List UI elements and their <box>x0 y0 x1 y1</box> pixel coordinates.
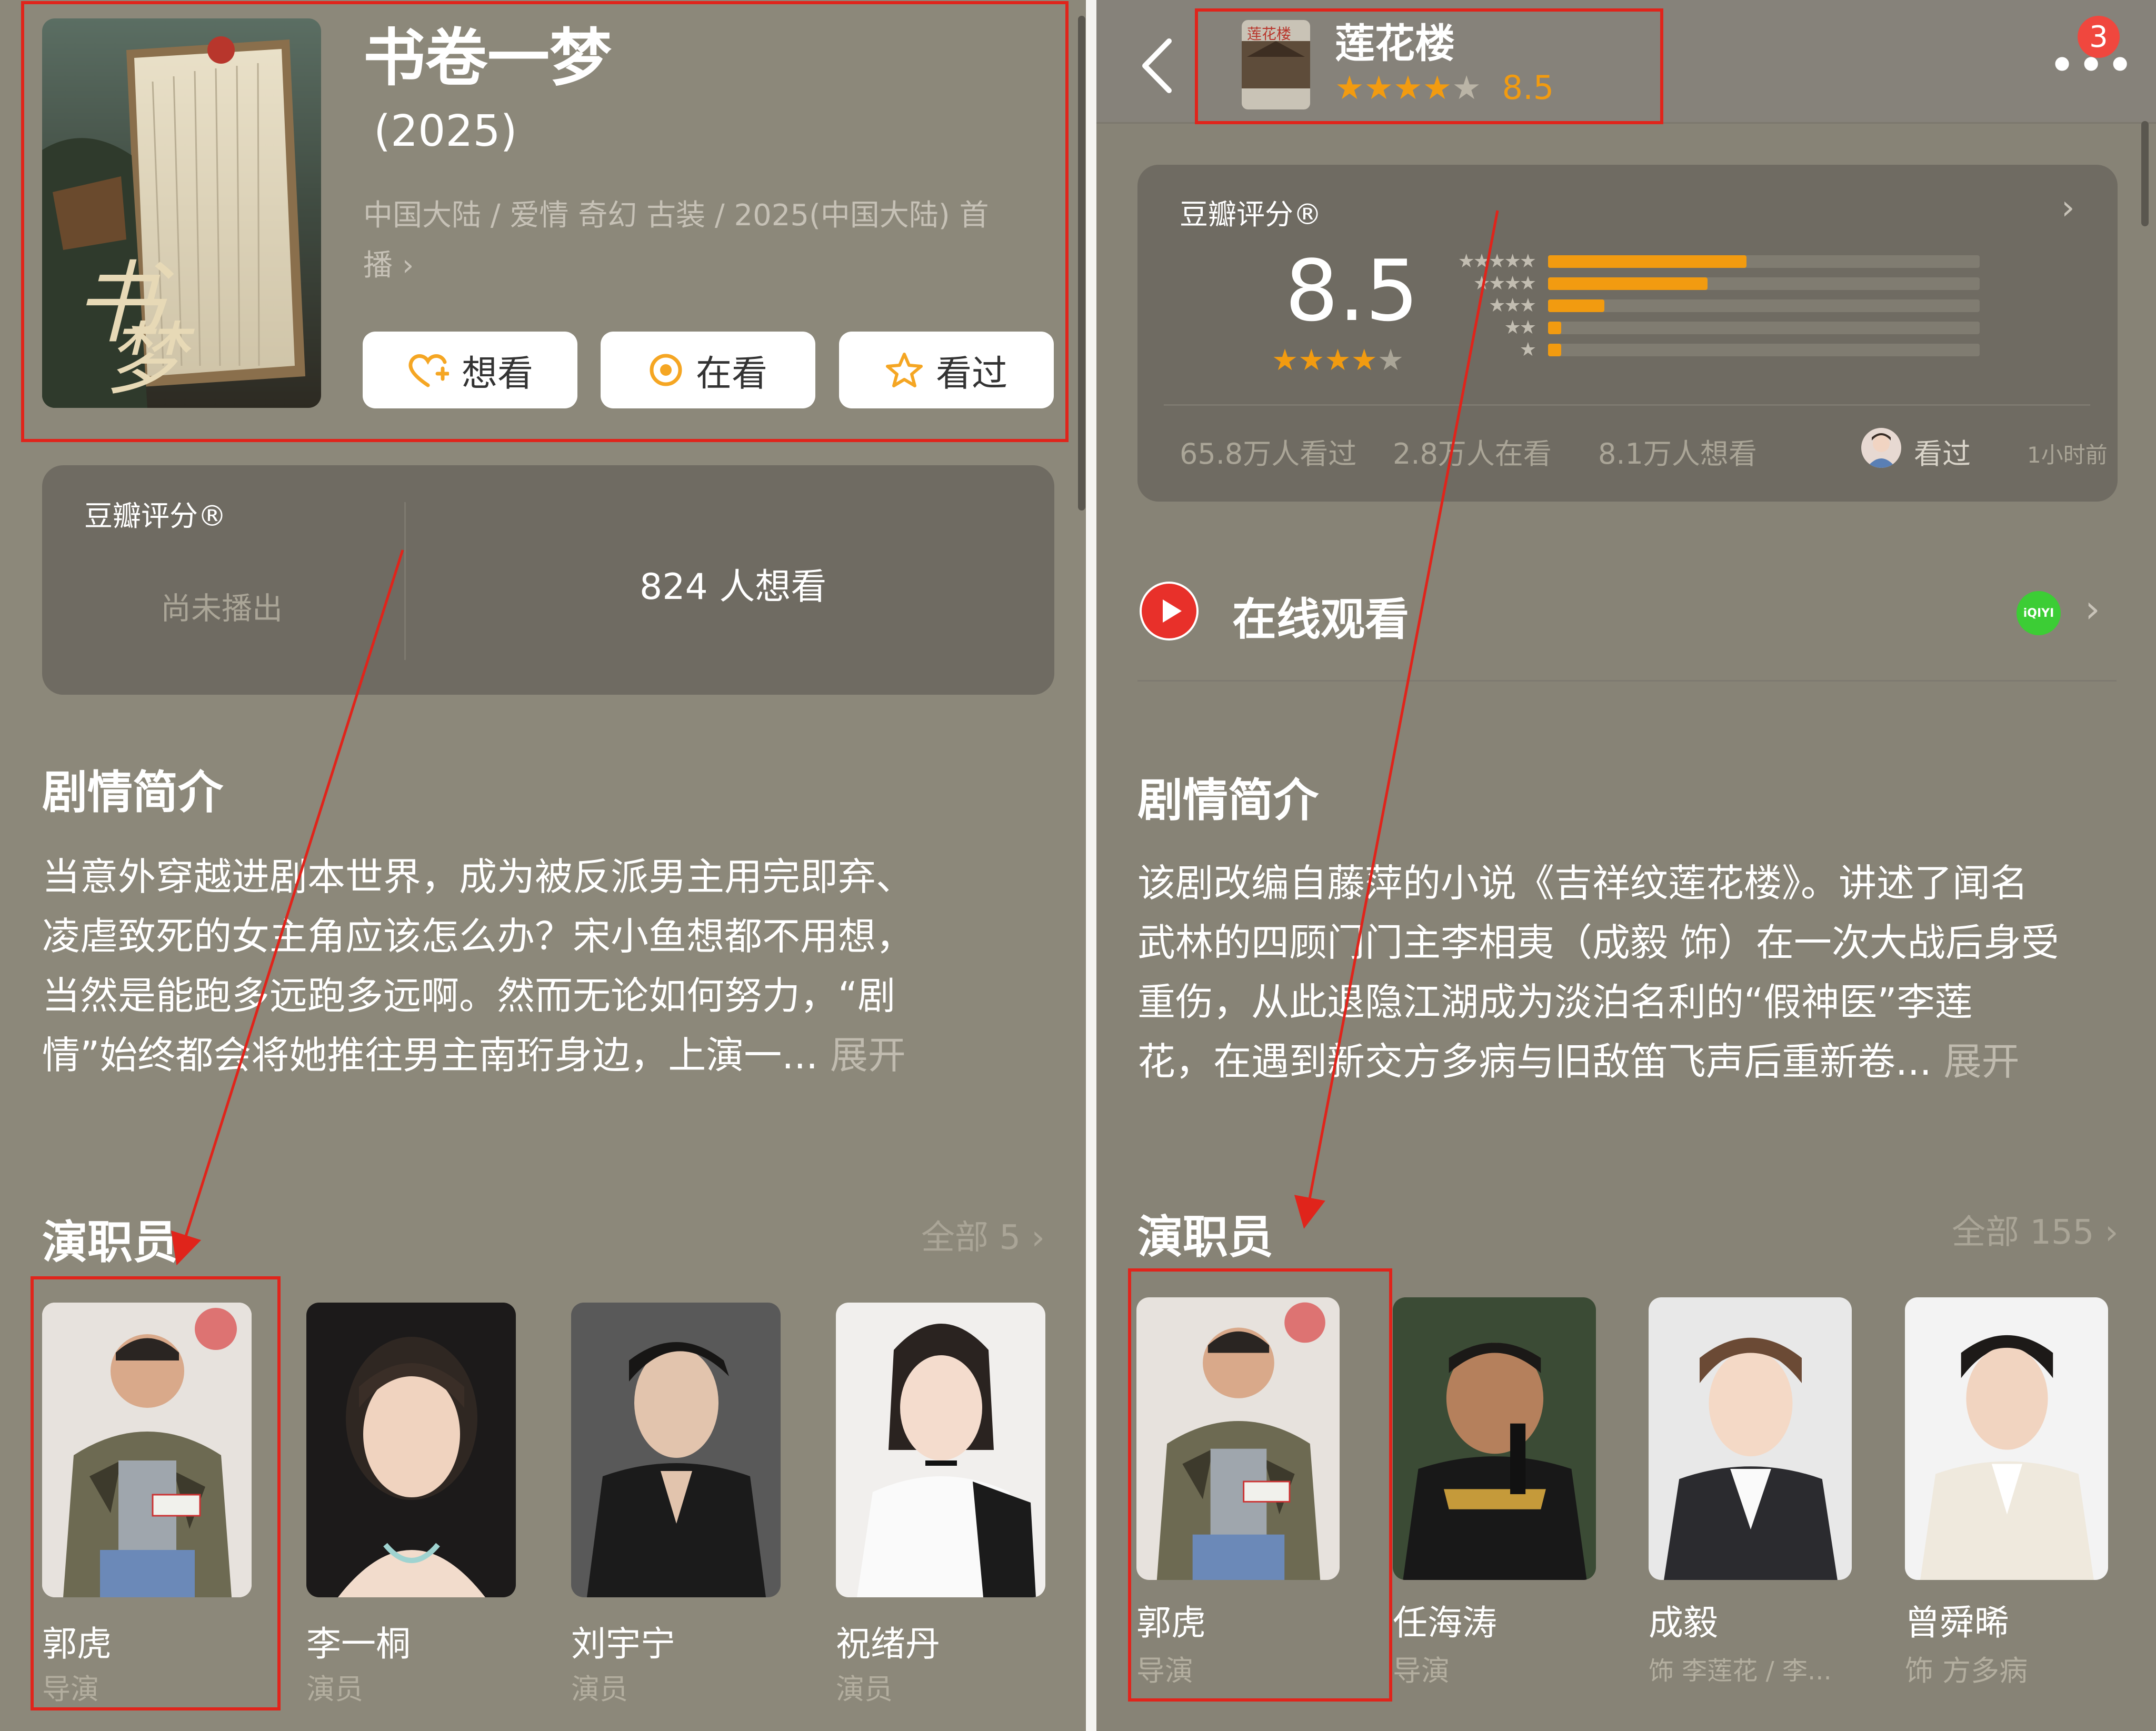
annotation-arrow-right <box>1294 210 1499 1229</box>
annotation-arrows <box>171 210 1499 1266</box>
annotation-arrow-left <box>171 549 404 1266</box>
